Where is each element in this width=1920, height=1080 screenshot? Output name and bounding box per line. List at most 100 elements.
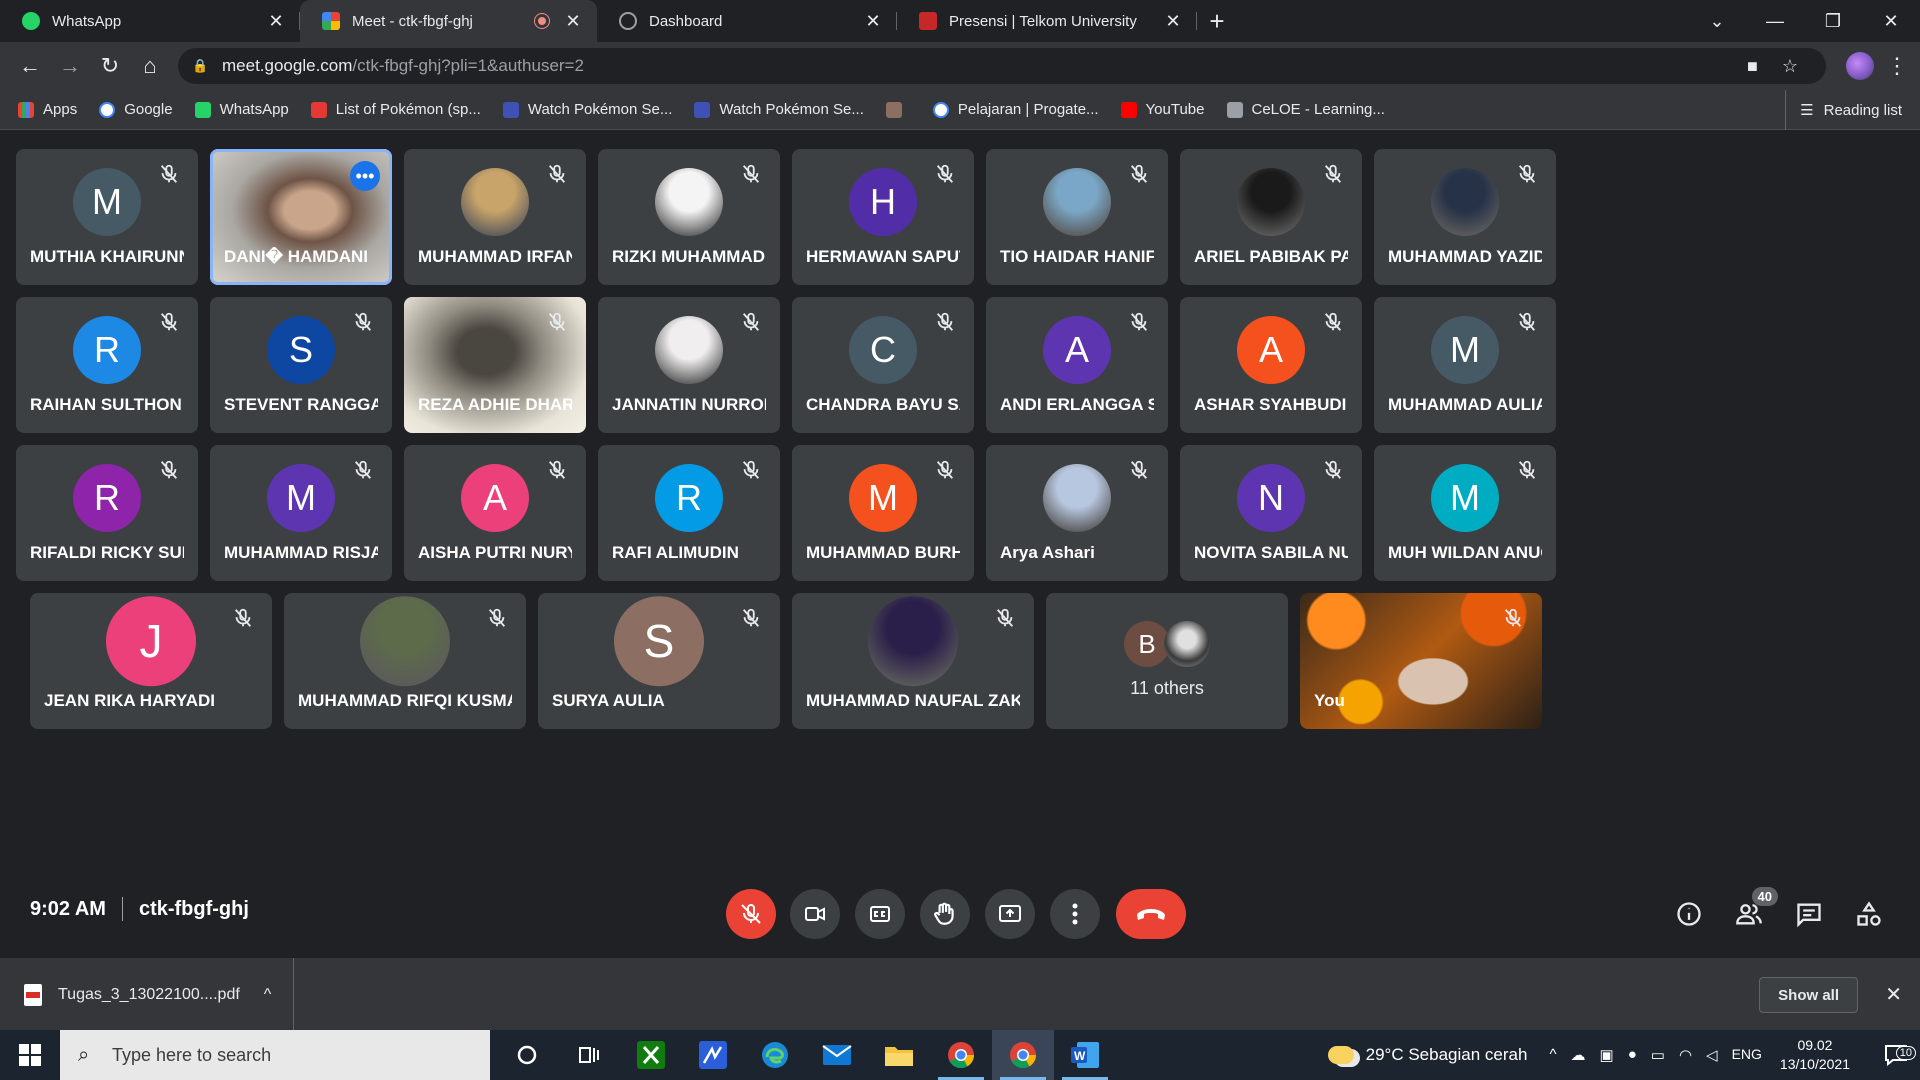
language-indicator[interactable]: ENG	[1732, 1046, 1762, 1064]
participant-tile[interactable]: M MUHAMMAD RISJAD...	[210, 445, 392, 581]
more-options-button[interactable]	[1050, 889, 1100, 939]
bookmark-item[interactable]: YouTube	[1120, 101, 1205, 118]
participant-tile[interactable]: JANNATIN NURROH...	[598, 297, 780, 433]
download-item[interactable]: Tugas_3_13022100....pdf ^	[24, 958, 294, 1031]
participant-tile[interactable]: REZA ADHIE DHAR...	[404, 297, 586, 433]
bookmark-item[interactable]: WhatsApp	[194, 101, 289, 118]
meeting-details-button[interactable]	[1672, 897, 1706, 931]
participant-tile[interactable]: S SURYA AULIA	[538, 593, 780, 729]
onedrive-icon[interactable]: ☁	[1571, 1046, 1586, 1064]
bookmark-item[interactable]: CeLOE - Learning...	[1226, 101, 1385, 118]
tab-meet[interactable]: Meet - ctk-fbgf-ghj ✕	[300, 0, 597, 42]
participant-tile[interactable]: R RAFI ALIMUDIN	[598, 445, 780, 581]
taskbar-search[interactable]: ⌕ Type here to search	[60, 1030, 490, 1080]
people-button[interactable]: 40	[1732, 887, 1778, 931]
tab-search-icon[interactable]: ⌄	[1688, 0, 1746, 42]
bookmark-item[interactable]: Google	[99, 101, 173, 118]
start-button[interactable]	[0, 1030, 60, 1080]
mic-toggle-button[interactable]	[726, 889, 776, 939]
profile-avatar[interactable]	[1846, 52, 1874, 80]
chrome-profile-icon[interactable]	[992, 1030, 1054, 1080]
mail-icon[interactable]	[806, 1030, 868, 1080]
participant-tile[interactable]: R RIFALDI RICKY SURYA...	[16, 445, 198, 581]
home-button[interactable]: ⌂	[130, 46, 170, 86]
close-icon[interactable]: ✕	[266, 11, 286, 32]
wifi-icon[interactable]: ◠	[1679, 1046, 1692, 1064]
edge-icon[interactable]	[744, 1030, 806, 1080]
volume-icon[interactable]: ◁	[1706, 1046, 1718, 1064]
forward-button[interactable]: →	[50, 46, 90, 86]
file-explorer-icon[interactable]	[868, 1030, 930, 1080]
participant-tile[interactable]: ••• DANI� HAMDANI	[210, 149, 392, 285]
participant-tile[interactable]: M MUTHIA KHAIRUNNISA	[16, 149, 198, 285]
participant-tile[interactable]: S STEVENT RANGGA R...	[210, 297, 392, 433]
close-icon[interactable]: ✕	[863, 11, 883, 32]
participant-tile[interactable]: TIO HAIDAR HANIF	[986, 149, 1168, 285]
notification-center-button[interactable]: 10	[1872, 1044, 1920, 1066]
restore-button[interactable]: ❐	[1804, 0, 1862, 42]
tab-presensi[interactable]: Presensi | Telkom University ✕	[897, 0, 1197, 42]
participant-tile[interactable]: MUHAMMAD NAUFAL ZAKI PE...	[792, 593, 1034, 729]
battery-icon[interactable]: ▭	[1651, 1046, 1665, 1064]
camera-toggle-button[interactable]	[790, 889, 840, 939]
xbox-icon[interactable]	[620, 1030, 682, 1080]
word-icon[interactable]: W	[1054, 1030, 1116, 1080]
address-bar[interactable]: 🔒 meet.google.com/ctk-fbgf-ghj?pli=1&aut…	[178, 48, 1826, 84]
new-tab-button[interactable]: +	[1197, 0, 1237, 42]
participant-tile[interactable]: MUHAMMAD YAZID F...	[1374, 149, 1556, 285]
activities-button[interactable]	[1852, 897, 1886, 931]
close-icon[interactable]: ✕	[563, 11, 583, 32]
minimize-button[interactable]: —	[1746, 0, 1804, 42]
browser-menu-icon[interactable]: ⋮	[1884, 53, 1910, 79]
participant-tile[interactable]: MUHAMMAD IRFAN S...	[404, 149, 586, 285]
leave-call-button[interactable]	[1116, 889, 1186, 939]
microphone-icon[interactable]: ●	[1628, 1046, 1637, 1064]
bookmark-star-icon[interactable]: ☆	[1782, 56, 1798, 77]
participant-tile[interactable]: M MUH WILDAN ANUG...	[1374, 445, 1556, 581]
participant-tile[interactable]: A ANDI ERLANGGA SU...	[986, 297, 1168, 433]
raise-hand-button[interactable]	[920, 889, 970, 939]
close-icon[interactable]: ✕	[1163, 11, 1183, 32]
chat-button[interactable]	[1792, 897, 1826, 931]
participant-tile[interactable]: MUHAMMAD RIFQI KUSMAYADI	[284, 593, 526, 729]
chevron-up-icon[interactable]: ^	[1549, 1046, 1556, 1064]
participant-tile[interactable]: Arya Ashari	[986, 445, 1168, 581]
device-icon[interactable]: ▣	[1600, 1046, 1614, 1064]
chrome-icon[interactable]	[930, 1030, 992, 1080]
participant-tile[interactable]: M MUHAMMAD AULIA ...	[1374, 297, 1556, 433]
participant-tile[interactable]: C CHANDRA BAYU SAM...	[792, 297, 974, 433]
participant-tile[interactable]: R RAIHAN SULTHON YA...	[16, 297, 198, 433]
weather-widget[interactable]: 29°C Sebagian cerah	[1327, 1045, 1527, 1065]
bookmark-item[interactable]: Watch Pokémon Se...	[694, 101, 864, 118]
bookmark-item[interactable]: List of Pokémon (sp...	[310, 101, 481, 118]
clock[interactable]: 09.02 13/10/2021	[1780, 1036, 1850, 1074]
close-window-button[interactable]: ✕	[1862, 0, 1920, 42]
tab-dashboard[interactable]: Dashboard ✕	[597, 0, 897, 42]
participant-tile[interactable]: A AISHA PUTRI NURYAN	[404, 445, 586, 581]
lock-icon[interactable]: 🔒	[192, 58, 208, 74]
others-tile[interactable]: B 11 others	[1046, 593, 1288, 729]
participant-tile[interactable]: J JEAN RIKA HARYADI	[30, 593, 272, 729]
captions-button[interactable]	[855, 889, 905, 939]
participant-tile[interactable]: N NOVITA SABILA NUG...	[1180, 445, 1362, 581]
cortana-icon[interactable]	[496, 1030, 558, 1080]
bookmark-item[interactable]: Pelajaran | Progate...	[932, 101, 1099, 118]
participant-tile[interactable]: H HERMAWAN SAPUTRA	[792, 149, 974, 285]
bookmark-item[interactable]	[885, 101, 911, 118]
participant-tile[interactable]: RIZKI MUHAMMAD RI...	[598, 149, 780, 285]
bookmark-item[interactable]: Watch Pokémon Se...	[502, 101, 672, 118]
participant-tile[interactable]: ARIEL PABIBAK PALI' ...	[1180, 149, 1362, 285]
show-all-button[interactable]: Show all	[1759, 977, 1858, 1013]
tab-whatsapp[interactable]: WhatsApp ✕	[0, 0, 300, 42]
bookmark-item[interactable]: Apps	[18, 101, 77, 118]
reload-button[interactable]: ↻	[90, 46, 130, 86]
more-options-icon[interactable]: •••	[350, 161, 380, 191]
task-view-icon[interactable]	[558, 1030, 620, 1080]
participant-tile[interactable]: M MUHAMMAD BURHAN	[792, 445, 974, 581]
self-view-tile[interactable]: You	[1300, 593, 1542, 729]
reading-list-button[interactable]: ☰ Reading list	[1785, 90, 1902, 130]
back-button[interactable]: ←	[10, 46, 50, 86]
chevron-up-icon[interactable]: ^	[264, 986, 272, 1004]
close-icon[interactable]: ✕	[1885, 982, 1902, 1007]
present-button[interactable]	[985, 889, 1035, 939]
